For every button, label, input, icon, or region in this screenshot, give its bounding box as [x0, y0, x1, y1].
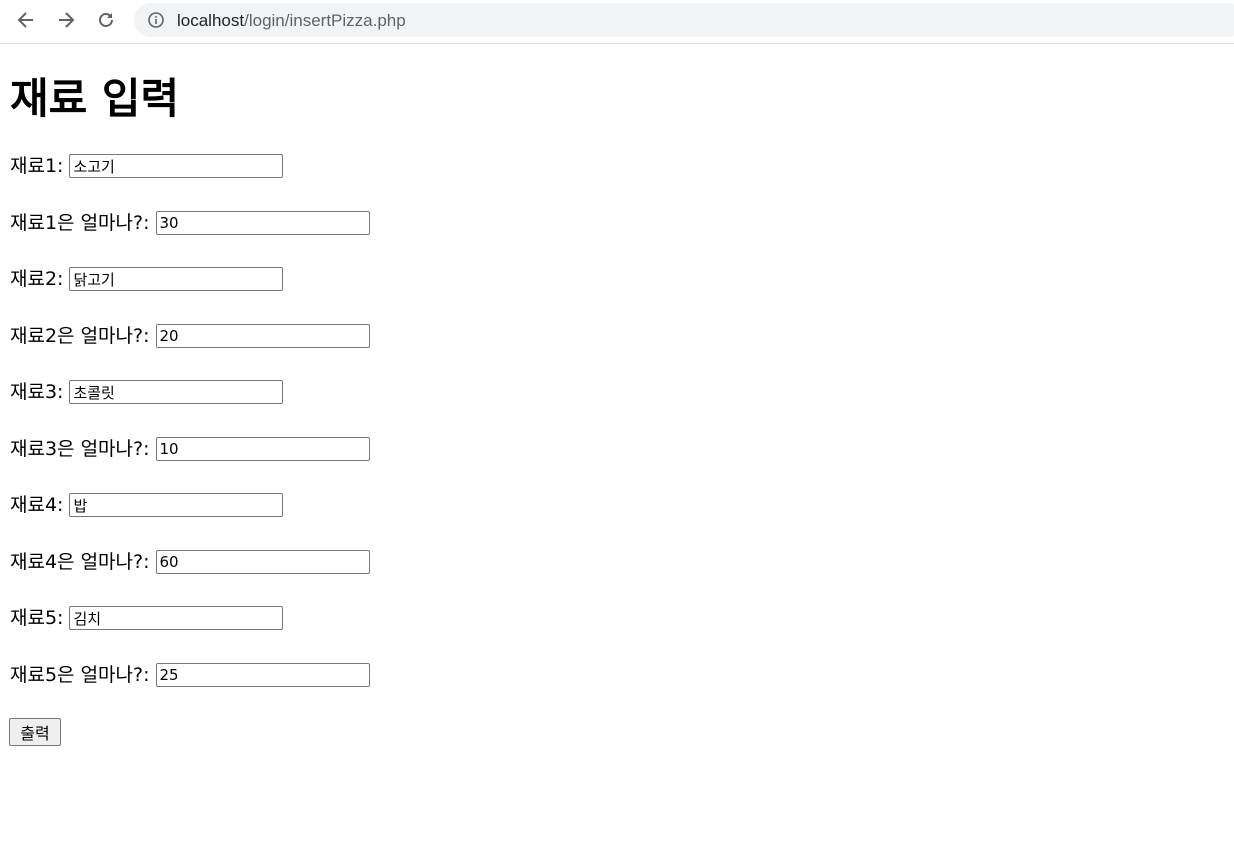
arrow-left-icon: [17, 12, 33, 28]
ingredient-3-input[interactable]: [69, 380, 284, 404]
field-label: 재료1은 얼마나?:: [10, 212, 150, 234]
forward-button[interactable]: [52, 6, 80, 34]
url-host: localhost: [177, 11, 245, 30]
field-label: 재료5:: [10, 607, 64, 629]
field-label: 재료5은 얼마나?:: [10, 664, 150, 686]
field-label: 재료3은 얼마나?:: [10, 438, 150, 460]
back-button[interactable]: [12, 6, 40, 34]
field-label: 재료4은 얼마나?:: [10, 551, 150, 573]
field-label: 재료2:: [10, 268, 64, 290]
field-label: 재료2은 얼마나?:: [10, 325, 150, 347]
arrow-right-icon: [59, 12, 75, 28]
submit-button[interactable]: 출력: [9, 718, 61, 746]
ingredient-2-input[interactable]: [69, 267, 284, 291]
field-row: 재료3은 얼마나?:: [10, 435, 370, 463]
ingredient-3-amount-input[interactable]: [155, 437, 370, 461]
ingredient-5-input[interactable]: [69, 606, 284, 630]
field-label: 재료1:: [10, 155, 64, 177]
field-row: 재료4은 얼마나?:: [10, 548, 370, 576]
field-row: 재료5은 얼마나?:: [10, 661, 370, 689]
reload-button[interactable]: [92, 6, 120, 34]
ingredient-4-amount-input[interactable]: [155, 550, 370, 574]
ingredient-5-amount-input[interactable]: [155, 663, 370, 687]
page-title: 재료 입력: [10, 74, 180, 123]
field-row: 재료1:: [10, 152, 284, 180]
ingredient-1-amount-input[interactable]: [155, 211, 370, 235]
browser-toolbar: localhost/login/insertPizza.php: [0, 0, 1234, 44]
field-row: 재료4:: [10, 491, 284, 519]
field-row: 재료3:: [10, 378, 284, 406]
ingredient-1-input[interactable]: [69, 154, 284, 178]
url-path: /login/insertPizza.php: [244, 11, 406, 30]
field-row: 재료2은 얼마나?:: [10, 322, 370, 350]
field-row: 재료1은 얼마나?:: [10, 209, 370, 237]
ingredient-4-input[interactable]: [69, 493, 284, 517]
field-label: 재료4:: [10, 494, 64, 516]
field-label: 재료3:: [10, 381, 64, 403]
url-text[interactable]: localhost/login/insertPizza.php: [177, 11, 406, 31]
field-row: 재료2:: [10, 265, 284, 293]
field-row: 재료5:: [10, 604, 284, 632]
info-icon[interactable]: [148, 12, 164, 28]
reload-icon: [99, 13, 113, 27]
address-bar[interactable]: localhost/login/insertPizza.php: [134, 3, 1234, 37]
ingredient-2-amount-input[interactable]: [155, 324, 370, 348]
